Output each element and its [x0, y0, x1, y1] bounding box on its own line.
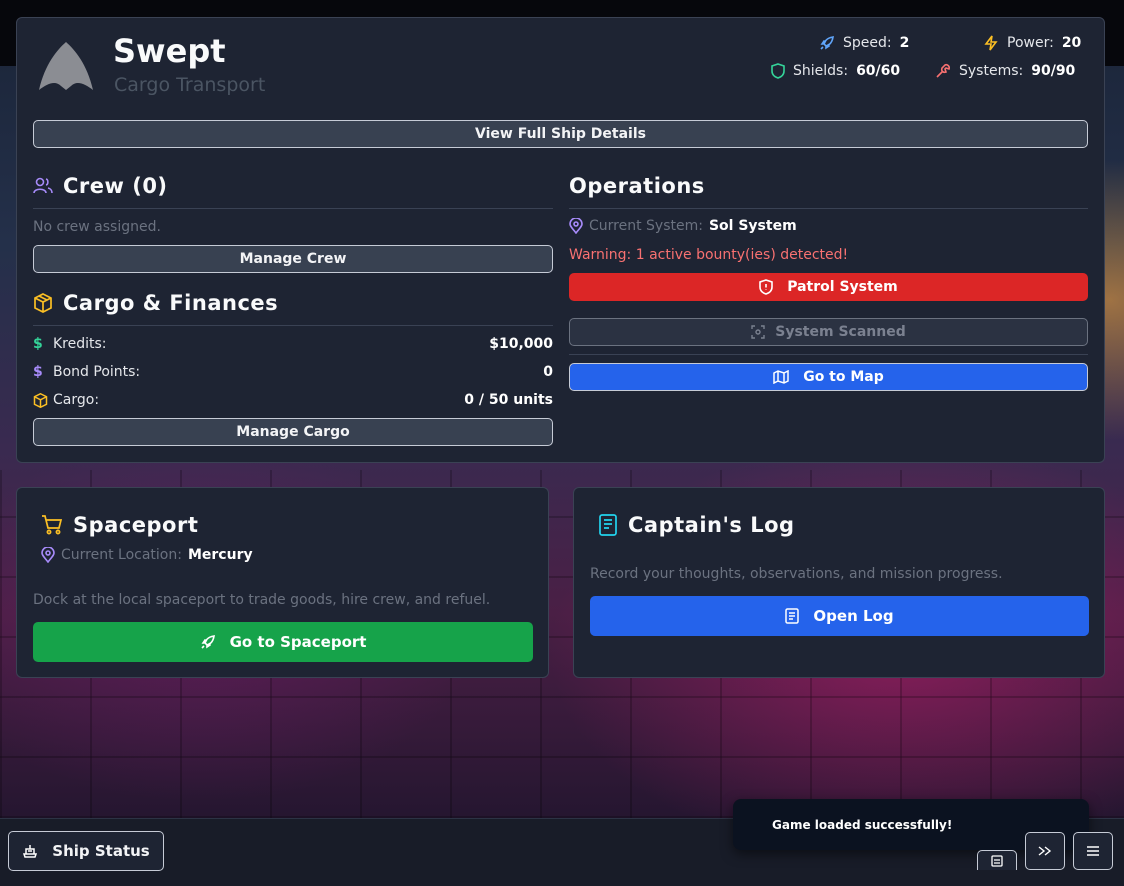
ship-class: Cargo Transport	[114, 74, 266, 96]
crew-title: Crew (0)	[63, 174, 168, 198]
power-label: Power:	[1007, 35, 1054, 51]
systems-value: 90/90	[1031, 63, 1076, 79]
stat-systems: Systems: 90/90	[935, 63, 1075, 79]
rocket-icon	[819, 35, 835, 51]
kredits-value: $10,000	[489, 336, 553, 352]
patrol-system-label: Patrol System	[787, 279, 898, 295]
crew-divider	[33, 208, 553, 209]
manage-cargo-label: Manage Cargo	[236, 424, 350, 440]
cargo-label: Cargo:	[53, 392, 100, 408]
hamburger-menu-icon	[1086, 845, 1100, 857]
ship-icon	[37, 40, 95, 92]
cargo-value: 0 / 50 units	[464, 392, 553, 408]
kredits-row: $ Kredits: $10,000	[33, 334, 553, 354]
captains-log-panel: Captain's Log Record your thoughts, obse…	[573, 487, 1105, 678]
dollar-icon: $	[33, 336, 43, 352]
stat-speed: Speed: 2	[819, 35, 909, 51]
current-system-value: Sol System	[708, 218, 797, 234]
stat-power: Power: 20	[983, 35, 1081, 51]
current-system-row: Current System: Sol System	[569, 218, 797, 234]
location-value: Mercury	[187, 547, 253, 563]
speed-label: Speed:	[843, 35, 892, 51]
spaceport-location-row: Current Location: Mercury	[41, 547, 253, 563]
ship-status-button[interactable]: Ship Status	[8, 831, 164, 871]
cargo-divider	[33, 325, 553, 326]
manage-crew-label: Manage Crew	[239, 251, 347, 267]
crew-header: Crew (0)	[33, 174, 168, 198]
spaceport-header: Spaceport	[41, 513, 198, 537]
wrench-icon	[935, 63, 951, 79]
kredits-label: Kredits:	[53, 336, 107, 352]
operations-title: Operations	[569, 174, 705, 198]
lightning-icon	[983, 35, 999, 51]
skip-icon	[1038, 845, 1052, 857]
log-header: Captain's Log	[598, 513, 795, 537]
manage-crew-button[interactable]: Manage Crew	[33, 245, 553, 273]
shields-label: Shields:	[793, 63, 849, 79]
operations-divider-2	[569, 354, 1088, 355]
bond-points-value: 0	[543, 364, 553, 380]
view-ship-details-button[interactable]: View Full Ship Details	[33, 120, 1088, 148]
ship-panel: Swept Cargo Transport Speed: 2 Power: 20…	[16, 17, 1105, 463]
users-icon	[33, 177, 53, 195]
ship-icon	[22, 843, 38, 859]
go-to-spaceport-label: Go to Spaceport	[229, 633, 367, 651]
toast-message: Game loaded successfully!	[772, 817, 953, 832]
crew-empty-text: No crew assigned.	[33, 219, 161, 235]
systems-label: Systems:	[959, 63, 1024, 79]
open-log-button[interactable]: Open Log	[590, 596, 1089, 636]
shields-value: 60/60	[856, 63, 901, 79]
location-label: Current Location:	[61, 547, 182, 563]
rocket-icon	[200, 634, 216, 650]
stat-shields: Shields: 60/60	[771, 63, 900, 79]
open-log-label: Open Log	[813, 607, 894, 625]
patrol-system-button[interactable]: Patrol System	[569, 273, 1088, 301]
manage-cargo-button[interactable]: Manage Cargo	[33, 418, 553, 446]
speed-value: 2	[899, 35, 910, 51]
menu-button[interactable]	[1073, 832, 1113, 870]
package-icon	[33, 392, 53, 408]
map-pin-icon	[569, 218, 583, 234]
bond-points-row: $ Bond Points: 0	[33, 362, 553, 382]
map-icon	[773, 370, 789, 384]
system-scanned-button[interactable]: System Scanned	[569, 318, 1088, 346]
fast-forward-button[interactable]	[1025, 832, 1065, 870]
log-description: Record your thoughts, observations, and …	[590, 566, 1003, 582]
system-scanned-label: System Scanned	[775, 324, 906, 340]
spaceport-title: Spaceport	[73, 513, 199, 537]
operations-divider	[569, 208, 1088, 209]
shield-alert-icon	[759, 279, 774, 295]
cargo-header: Cargo & Finances	[33, 291, 278, 315]
go-to-map-button[interactable]: Go to Map	[569, 363, 1088, 391]
view-ship-details-label: View Full Ship Details	[475, 126, 646, 142]
log-title: Captain's Log	[628, 513, 795, 537]
go-to-map-label: Go to Map	[803, 369, 884, 385]
package-icon	[33, 293, 53, 313]
spaceport-description: Dock at the local spaceport to trade goo…	[33, 592, 491, 608]
shopping-cart-icon	[41, 515, 63, 535]
bond-points-label: Bond Points:	[53, 364, 141, 380]
dollar-icon: $	[33, 364, 43, 380]
power-value: 20	[1061, 35, 1082, 51]
cargo-row: Cargo: 0 / 50 units	[33, 390, 553, 410]
spaceport-panel: Spaceport Current Location: Mercury Dock…	[16, 487, 549, 678]
shield-icon	[771, 63, 785, 79]
book-icon	[598, 514, 618, 536]
scan-icon	[751, 325, 765, 339]
notebook-icon	[785, 608, 800, 624]
ship-status-label: Ship Status	[52, 842, 150, 860]
map-pin-icon	[41, 547, 55, 563]
notebook-icon	[991, 855, 1003, 867]
bounty-warning: Warning: 1 active bounty(ies) detected!	[569, 247, 849, 263]
current-system-label: Current System:	[589, 218, 703, 234]
log-quick-button[interactable]	[977, 850, 1017, 870]
ship-name: Swept	[113, 32, 226, 70]
cargo-title: Cargo & Finances	[63, 291, 279, 315]
go-to-spaceport-button[interactable]: Go to Spaceport	[33, 622, 533, 662]
